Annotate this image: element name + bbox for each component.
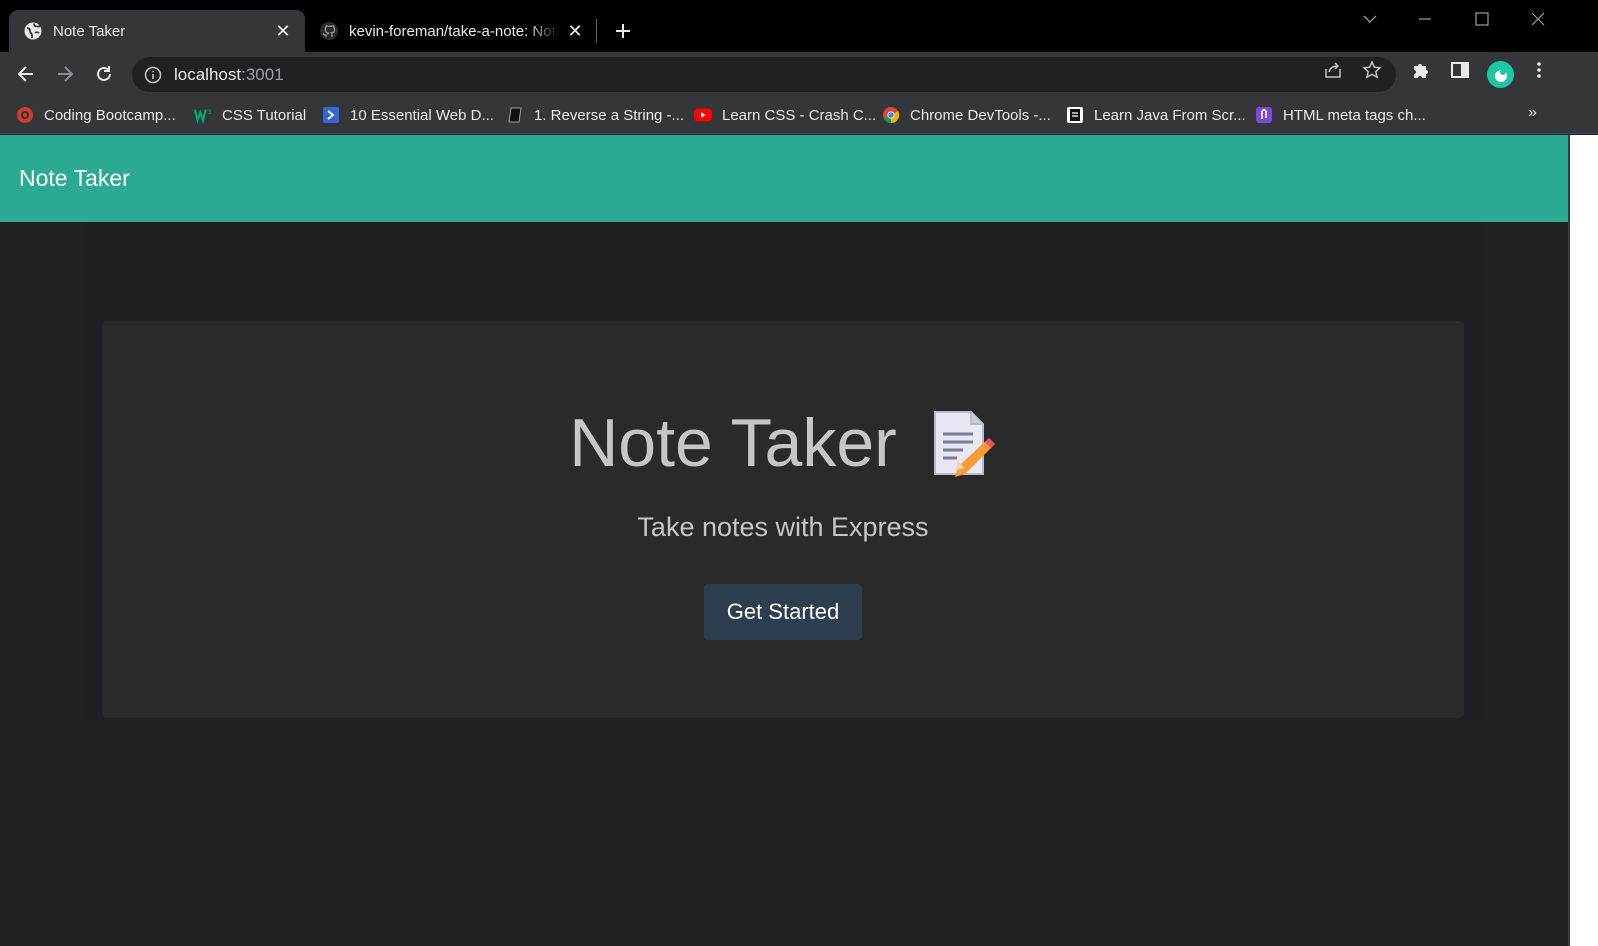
app-navbar: Note Taker bbox=[0, 135, 1568, 222]
bookmark-label: Chrome DevTools -... bbox=[910, 106, 1051, 124]
url-host: localhost bbox=[174, 64, 242, 84]
tab-github[interactable]: kevin-foreman/take-a-note: Note ✕ bbox=[305, 10, 597, 52]
svg-text:3: 3 bbox=[208, 109, 212, 116]
browser-titlebar: Note Taker ✕ kevin-foreman/take-a-note: … bbox=[0, 0, 1598, 52]
share-button[interactable] bbox=[1322, 59, 1344, 81]
bookmark-label: 10 Essential Web D... bbox=[350, 106, 494, 124]
bookmark-item[interactable]: Coding Bootcamp... bbox=[16, 104, 176, 126]
address-bar[interactable]: localhost:3001 bbox=[132, 57, 1396, 92]
bookmark-label: CSS Tutorial bbox=[222, 106, 307, 124]
bookmark-star-button[interactable] bbox=[1361, 59, 1383, 81]
hero-title: Note Taker bbox=[569, 405, 897, 481]
chrome-icon bbox=[882, 106, 900, 124]
github-icon bbox=[320, 22, 338, 40]
bookmark-item[interactable]: Chrome DevTools -... bbox=[882, 104, 1051, 126]
bookmark-label: Learn Java From Scr... bbox=[1094, 106, 1246, 124]
extensions-button[interactable] bbox=[1410, 59, 1432, 81]
page-scrollbar[interactable] bbox=[1568, 135, 1598, 946]
clip-icon bbox=[1255, 106, 1273, 124]
course-icon bbox=[1066, 106, 1084, 124]
tab-note-taker[interactable]: Note Taker ✕ bbox=[9, 10, 305, 52]
bookmark-item[interactable]: HTML meta tags ch... bbox=[1255, 104, 1426, 126]
bookmarks-bar: Coding Bootcamp... 3 CSS Tutorial 10 Ess… bbox=[0, 96, 1598, 134]
maximize-icon bbox=[1475, 12, 1489, 26]
bookmark-item[interactable]: 10 Essential Web D... bbox=[322, 104, 494, 126]
youtube-icon bbox=[694, 106, 712, 124]
bookmark-label: Coding Bootcamp... bbox=[44, 106, 176, 124]
bookmark-label: HTML meta tags ch... bbox=[1283, 106, 1426, 124]
get-started-button[interactable]: Get Started bbox=[704, 584, 862, 640]
maximize-button[interactable] bbox=[1459, 4, 1505, 34]
bootcamp-icon bbox=[16, 106, 34, 124]
url-port: :3001 bbox=[241, 64, 284, 84]
tab-divider bbox=[596, 19, 597, 43]
bookmark-item[interactable]: Learn CSS - Crash C... bbox=[694, 104, 876, 126]
memo-icon bbox=[933, 411, 995, 477]
close-icon bbox=[1531, 12, 1545, 26]
kebab-menu-icon bbox=[1537, 62, 1541, 78]
bookmark-item[interactable]: 3 CSS Tutorial bbox=[194, 104, 306, 126]
tab-title: kevin-foreman/take-a-note: Note bbox=[349, 22, 559, 40]
star-icon bbox=[1362, 60, 1382, 79]
minimize-button[interactable] bbox=[1402, 4, 1448, 34]
reload-button[interactable] bbox=[88, 58, 120, 90]
reload-icon bbox=[97, 66, 111, 81]
plus-icon bbox=[616, 24, 630, 38]
close-window-button[interactable] bbox=[1515, 4, 1561, 34]
browser-toolbar: localhost:3001 bbox=[0, 52, 1598, 96]
hero-jumbotron: Note Taker Take notes with Express Get S… bbox=[102, 321, 1464, 718]
info-icon[interactable] bbox=[144, 66, 162, 84]
close-icon[interactable]: ✕ bbox=[273, 21, 293, 41]
hero-subtitle: Take notes with Express bbox=[637, 512, 929, 542]
w3schools-icon: 3 bbox=[194, 106, 212, 124]
bookmark-item[interactable]: Learn Java From Scr... bbox=[1066, 104, 1246, 126]
globe-icon bbox=[24, 22, 42, 40]
tab-search-button[interactable] bbox=[1347, 4, 1393, 34]
menu-button[interactable] bbox=[1528, 59, 1550, 81]
bookmark-blue-icon bbox=[322, 106, 340, 124]
url-text: localhost:3001 bbox=[174, 65, 284, 85]
side-panel-icon bbox=[1451, 62, 1469, 78]
profile-avatar[interactable] bbox=[1487, 61, 1514, 88]
arrow-left-icon bbox=[17, 66, 33, 82]
scrollbar-edge bbox=[1568, 135, 1570, 946]
share-icon bbox=[1325, 62, 1341, 78]
bookmarks-overflow-button[interactable]: » bbox=[1528, 104, 1537, 122]
avatar-icon bbox=[1494, 68, 1507, 82]
minimize-icon bbox=[1419, 18, 1431, 20]
navbar-brand[interactable]: Note Taker bbox=[19, 165, 130, 192]
close-icon[interactable]: ✕ bbox=[565, 21, 585, 41]
arrow-right-icon bbox=[58, 66, 74, 82]
new-tab-button[interactable] bbox=[609, 17, 637, 45]
book-icon bbox=[506, 106, 524, 124]
tab-title: Note Taker bbox=[53, 22, 126, 40]
back-button[interactable] bbox=[10, 58, 42, 90]
puzzle-icon bbox=[1414, 64, 1428, 78]
bookmark-item[interactable]: 1. Reverse a String -... bbox=[506, 104, 684, 126]
bookmark-label: Learn CSS - Crash C... bbox=[722, 106, 877, 124]
side-panel-button[interactable] bbox=[1449, 59, 1471, 81]
forward-button[interactable] bbox=[49, 58, 81, 90]
chevron-down-icon bbox=[1363, 15, 1377, 23]
bookmark-label: 1. Reverse a String -... bbox=[534, 106, 685, 124]
hero-title-row: Note Taker bbox=[102, 404, 1464, 482]
